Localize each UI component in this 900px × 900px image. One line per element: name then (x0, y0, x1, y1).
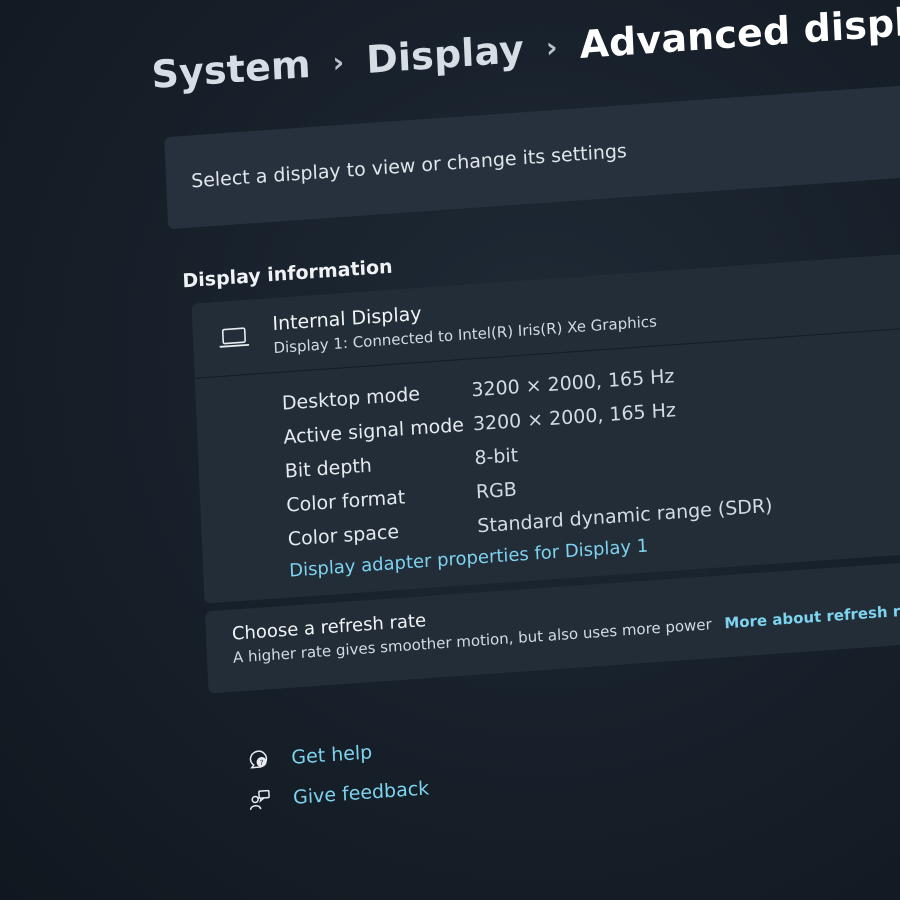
feedback-icon (249, 789, 270, 810)
display-information-card: Internal Display Display 1: Connected to… (191, 238, 900, 604)
get-help-label: Get help (290, 741, 373, 769)
property-label: Color space (287, 520, 400, 551)
help-chat-icon: ? (249, 750, 268, 769)
laptop-icon (219, 327, 250, 348)
breadcrumb-separator: › (545, 30, 559, 64)
property-value: 8-bit (473, 444, 519, 470)
settings-content: System › Display › Advanced display Sele… (150, 0, 900, 826)
settings-window: System › Display › Advanced display Sele… (0, 0, 900, 900)
breadcrumb-system[interactable]: System (151, 42, 312, 97)
select-display-label: Select a display to view or change its s… (190, 140, 628, 193)
give-feedback-label: Give feedback (292, 777, 430, 809)
page-title: Advanced display (578, 0, 900, 68)
help-links: ? Get help Give feedback (247, 676, 900, 821)
property-value: RGB (475, 478, 518, 504)
svg-text:?: ? (260, 759, 264, 767)
breadcrumb-separator: › (331, 45, 346, 79)
display-header-text: Internal Display Display 1: Connected to… (272, 286, 657, 357)
breadcrumb-display[interactable]: Display (365, 27, 525, 82)
